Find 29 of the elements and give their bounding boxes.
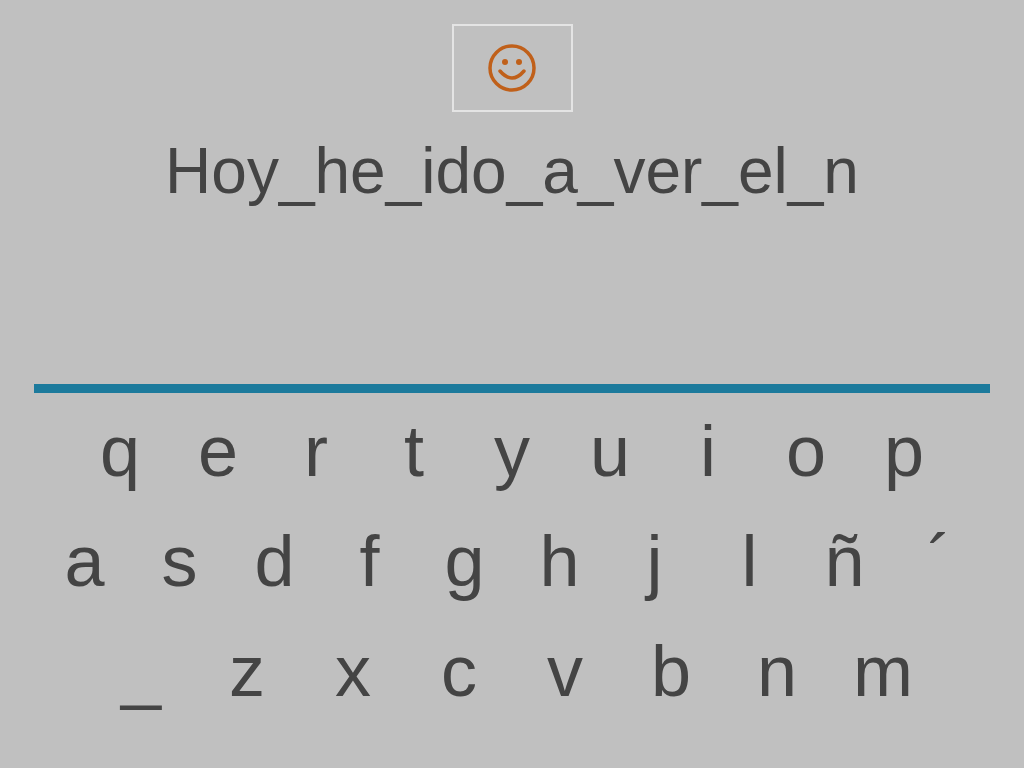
key-button[interactable]: z [194,631,300,711]
key-button[interactable]: a [37,521,132,601]
key-button[interactable]: x [300,631,406,711]
key-button[interactable]: t [365,411,463,491]
key-button[interactable]: i [659,411,757,491]
key-button[interactable]: j [607,521,702,601]
key-button[interactable]: ñ [797,521,892,601]
key-button[interactable]: u [561,411,659,491]
key-button[interactable]: y [463,411,561,491]
key-button[interactable]: b [618,631,724,711]
key-button[interactable]: p [855,411,953,491]
smiley-icon [487,43,537,93]
key-button[interactable]: f [322,521,417,601]
key-button[interactable]: s [132,521,227,601]
key-button[interactable]: d [227,521,322,601]
key-button[interactable]: q [71,411,169,491]
key-button[interactable]: o [757,411,855,491]
key-button[interactable]: c [406,631,512,711]
key-button[interactable]: l [702,521,797,601]
key-button[interactable]: n [724,631,830,711]
key-button[interactable]: v [512,631,618,711]
key-button[interactable]: m [830,631,936,711]
key-button[interactable]: r [267,411,365,491]
sentence-text: Hoy_he_ido_a_ver_el_n [165,134,859,209]
key-button[interactable]: _ [88,631,194,711]
key-button[interactable]: g [417,521,512,601]
key-button[interactable]: h [512,521,607,601]
key-button[interactable]: e [169,411,267,491]
key-button[interactable]: ´ [892,521,987,601]
